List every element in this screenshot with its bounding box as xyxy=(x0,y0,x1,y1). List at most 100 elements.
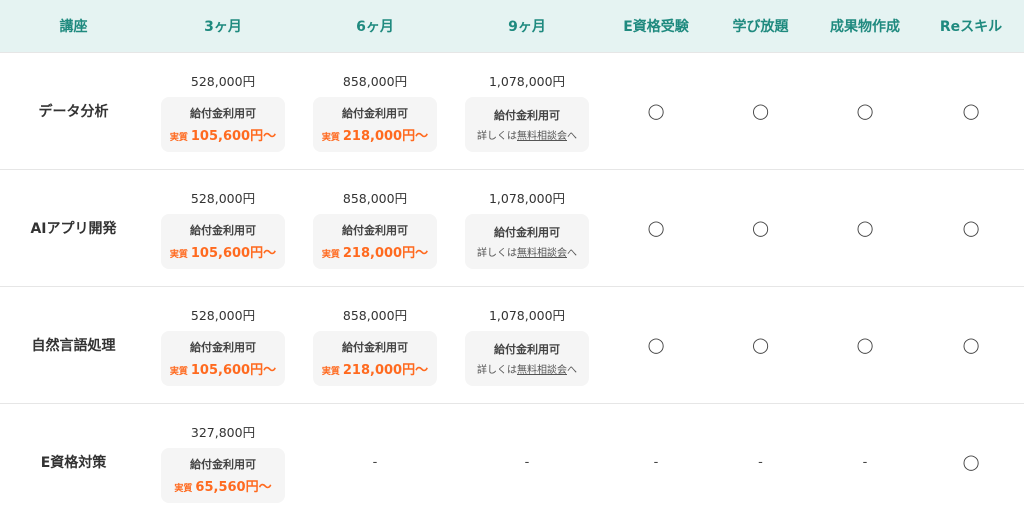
list-price: 528,000円 xyxy=(190,73,256,89)
list-price: 858,000円 xyxy=(342,190,408,206)
price-6-months: 858,000円 給付金利用可 実質 218,000円〜 xyxy=(299,170,451,286)
price-3-months: 327,800円 給付金利用可 実質 65,560円〜 xyxy=(147,404,299,520)
detail-suffix: へ xyxy=(567,130,577,142)
reskill-mark: ◯ xyxy=(962,102,980,120)
detail-prefix: 詳しくは xyxy=(477,247,517,259)
table-row: データ分析 528,000円 給付金利用可 実質 105,600円〜 858,0… xyxy=(0,52,1024,169)
list-price: 858,000円 xyxy=(342,307,408,323)
price-6-months: 858,000円 給付金利用可 実質 218,000円〜 xyxy=(299,53,451,169)
net-value: 218,000円〜 xyxy=(342,245,429,261)
table-header: 講座 3ヶ月 6ヶ月 9ヶ月 E資格受験 学び放題 成果物作成 Reスキル xyxy=(0,0,1024,52)
list-price: 528,000円 xyxy=(190,307,256,323)
header-6-months: 6ヶ月 xyxy=(356,19,394,35)
net-price: 実質 218,000円〜 xyxy=(322,242,428,261)
price-9-months: 1,078,000円 給付金利用可 詳しくは無料相談会へ xyxy=(451,53,603,169)
detail-suffix: へ xyxy=(567,247,577,259)
net-prefix: 実質 xyxy=(169,366,188,377)
list-price: 1,078,000円 xyxy=(488,73,566,89)
unlimited-mark: ◯ xyxy=(752,336,769,354)
free-consultation-link[interactable]: 無料相談会 xyxy=(517,131,567,142)
header-unlimited-learning: 学び放題 xyxy=(732,19,789,35)
unlimited-mark: ◯ xyxy=(752,219,769,237)
subsidy-label: 給付金利用可 xyxy=(190,340,256,354)
subsidy-box: 給付金利用可 実質 105,600円〜 xyxy=(161,330,285,386)
list-price: 858,000円 xyxy=(342,73,408,89)
subsidy-label: 給付金利用可 xyxy=(494,108,560,122)
net-prefix: 実質 xyxy=(169,132,188,143)
e-exam-mark: ◯ xyxy=(647,219,665,237)
subsidy-box: 給付金利用可 実質 218,000円〜 xyxy=(313,330,437,386)
price-6-months-unavailable: - xyxy=(372,454,378,470)
net-price: 実質 218,000円〜 xyxy=(322,359,428,378)
subsidy-label: 給付金利用可 xyxy=(494,342,560,356)
net-price: 実質 218,000円〜 xyxy=(322,125,428,144)
price-9-months: 1,078,000円 給付金利用可 詳しくは無料相談会へ xyxy=(451,287,603,403)
unlimited-mark: ◯ xyxy=(752,102,769,120)
net-prefix: 実質 xyxy=(321,132,340,143)
price-3-months: 528,000円 給付金利用可 実質 105,600円〜 xyxy=(147,53,299,169)
net-prefix: 実質 xyxy=(321,249,340,260)
price-3-months: 528,000円 給付金利用可 実質 105,600円〜 xyxy=(147,170,299,286)
portfolio-mark: ◯ xyxy=(856,336,874,354)
net-value: 218,000円〜 xyxy=(342,362,429,378)
subsidy-label: 給付金利用可 xyxy=(342,106,408,120)
net-prefix: 実質 xyxy=(321,366,340,377)
subsidy-box: 給付金利用可 詳しくは無料相談会へ xyxy=(465,330,589,386)
subsidy-box: 給付金利用可 実質 65,560円〜 xyxy=(161,447,285,503)
e-exam-mark: - xyxy=(653,454,659,470)
reskill-mark: ◯ xyxy=(962,219,980,237)
course-name: データ分析 xyxy=(38,104,109,120)
subsidy-label: 給付金利用可 xyxy=(190,457,256,471)
header-9-months: 9ヶ月 xyxy=(508,19,546,35)
net-value: 65,560円〜 xyxy=(195,479,272,495)
header-reskill: Reスキル xyxy=(939,19,1003,35)
subsidy-box: 給付金利用可 実質 218,000円〜 xyxy=(313,96,437,152)
course-name: 自然言語処理 xyxy=(31,338,116,354)
portfolio-mark: ◯ xyxy=(856,102,874,120)
net-price: 実質 105,600円〜 xyxy=(170,242,276,261)
course-price-table: 講座 3ヶ月 6ヶ月 9ヶ月 E資格受験 学び放題 成果物作成 Reスキル デー… xyxy=(0,0,1024,520)
table-row: E資格対策 327,800円 給付金利用可 実質 65,560円〜 - - - … xyxy=(0,403,1024,520)
detail-prefix: 詳しくは xyxy=(477,130,517,142)
net-value: 105,600円〜 xyxy=(190,128,277,144)
subsidy-box: 給付金利用可 詳しくは無料相談会へ xyxy=(465,96,589,152)
price-3-months: 528,000円 給付金利用可 実質 105,600円〜 xyxy=(147,287,299,403)
subsidy-box: 給付金利用可 実質 105,600円〜 xyxy=(161,96,285,152)
subsidy-box: 給付金利用可 実質 218,000円〜 xyxy=(313,213,437,269)
reskill-mark: ◯ xyxy=(962,336,980,354)
list-price: 1,078,000円 xyxy=(488,307,566,323)
consultation-note: 詳しくは無料相談会へ xyxy=(477,127,577,142)
subsidy-label: 給付金利用可 xyxy=(190,106,256,120)
subsidy-label: 給付金利用可 xyxy=(342,223,408,237)
portfolio-mark: ◯ xyxy=(856,219,874,237)
consultation-note: 詳しくは無料相談会へ xyxy=(477,361,577,376)
header-course: 講座 xyxy=(59,19,88,35)
header-e-exam: E資格受験 xyxy=(623,19,689,35)
unlimited-mark: - xyxy=(758,454,763,470)
header-3-months: 3ヶ月 xyxy=(204,19,242,35)
net-value: 105,600円〜 xyxy=(190,362,277,378)
net-price: 実質 105,600円〜 xyxy=(170,359,276,378)
portfolio-mark: - xyxy=(862,454,868,470)
net-price: 実質 105,600円〜 xyxy=(170,125,276,144)
list-price: 528,000円 xyxy=(190,190,256,206)
detail-prefix: 詳しくは xyxy=(477,364,517,376)
price-9-months: 1,078,000円 給付金利用可 詳しくは無料相談会へ xyxy=(451,170,603,286)
subsidy-label: 給付金利用可 xyxy=(342,340,408,354)
subsidy-box: 給付金利用可 実質 105,600円〜 xyxy=(161,213,285,269)
subsidy-label: 給付金利用可 xyxy=(190,223,256,237)
consultation-note: 詳しくは無料相談会へ xyxy=(477,244,577,259)
free-consultation-link[interactable]: 無料相談会 xyxy=(517,365,567,376)
list-price: 327,800円 xyxy=(190,424,256,440)
course-name: AIアプリ開発 xyxy=(30,221,117,237)
detail-suffix: へ xyxy=(567,364,577,376)
header-portfolio: 成果物作成 xyxy=(830,19,900,35)
net-prefix: 実質 xyxy=(169,249,188,260)
table-row: 自然言語処理 528,000円 給付金利用可 実質 105,600円〜 858,… xyxy=(0,286,1024,403)
reskill-mark: ◯ xyxy=(962,453,980,471)
table-row: AIアプリ開発 528,000円 給付金利用可 実質 105,600円〜 858… xyxy=(0,169,1024,286)
net-value: 218,000円〜 xyxy=(342,128,429,144)
e-exam-mark: ◯ xyxy=(647,336,665,354)
free-consultation-link[interactable]: 無料相談会 xyxy=(517,248,567,259)
net-value: 105,600円〜 xyxy=(190,245,277,261)
